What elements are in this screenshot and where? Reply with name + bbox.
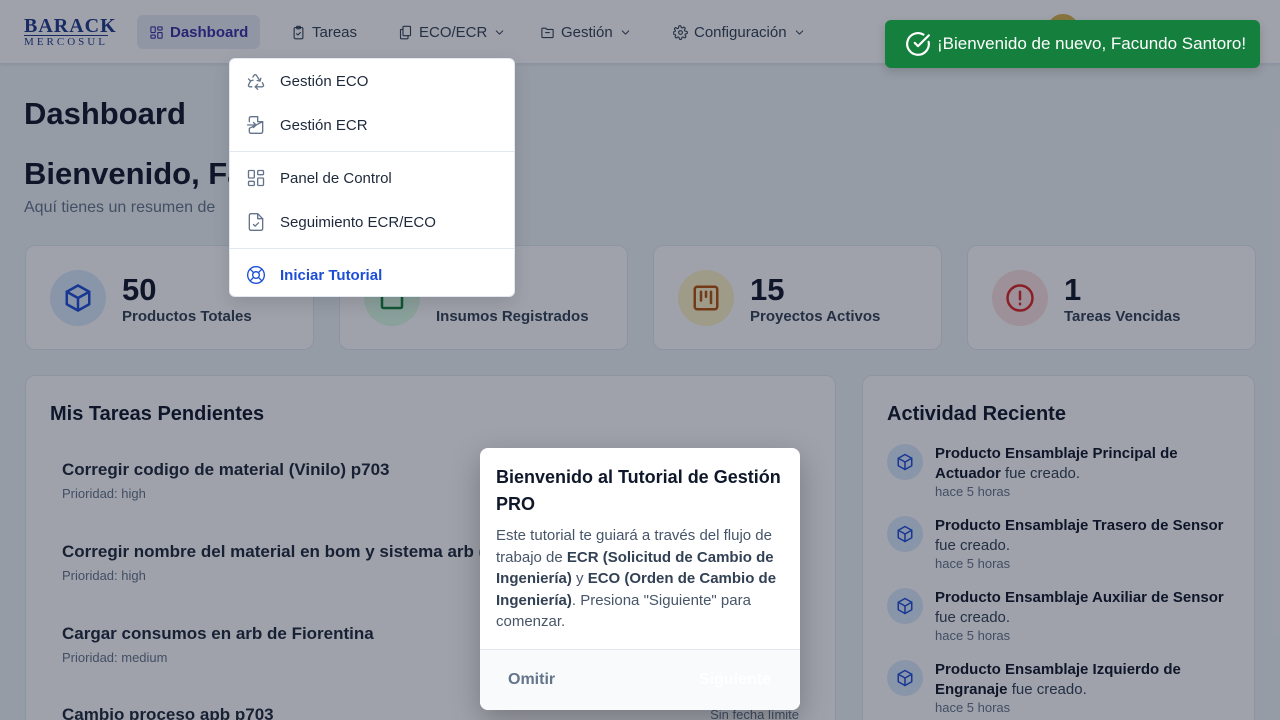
file-import-icon	[247, 116, 264, 134]
menu-item-label: Panel de Control	[280, 169, 392, 187]
grid-icon	[247, 169, 265, 187]
file-check-icon	[248, 213, 264, 231]
welcome-toast[interactable]: ¡Bienvenido de nuevo, Facundo Santoro!	[885, 20, 1260, 68]
eco-ecr-dropdown-menu: Gestión ECO Gestión ECR Panel de Control…	[229, 58, 515, 297]
next-button[interactable]: Siguiente	[699, 671, 771, 689]
menu-item-panel-control[interactable]: Panel de Control	[230, 156, 514, 200]
menu-item-label: Iniciar Tutorial	[280, 266, 383, 284]
menu-item-label: Gestión ECO	[280, 72, 369, 90]
tutorial-footer: Omitir Siguiente	[480, 649, 800, 710]
lifebuoy-icon	[247, 266, 265, 284]
skip-button[interactable]: Omitir	[508, 671, 555, 689]
menu-item-label: Seguimiento ECR/ECO	[280, 213, 436, 231]
tutorial-body: Este tutorial te guiará a través del flu…	[496, 525, 788, 633]
menu-item-seguimiento[interactable]: Seguimiento ECR/ECO	[230, 200, 514, 244]
tutorial-body-text: y	[571, 570, 588, 587]
toast-message: ¡Bienvenido de nuevo, Facundo Santoro!	[937, 34, 1247, 53]
menu-divider	[230, 151, 514, 152]
menu-item-label: Gestión ECR	[280, 116, 368, 134]
check-circle-icon	[906, 32, 930, 56]
menu-item-iniciar-tutorial[interactable]: Iniciar Tutorial	[230, 253, 514, 297]
tutorial-title: Bienvenido al Tutorial de Gestión PRO	[496, 467, 781, 514]
menu-item-gestion-eco[interactable]: Gestión ECO	[230, 59, 514, 103]
menu-item-gestion-ecr[interactable]: Gestión ECR	[230, 103, 514, 147]
recycle-icon	[247, 74, 265, 91]
tutorial-dialog: Bienvenido al Tutorial de Gestión PRO Es…	[480, 448, 800, 710]
menu-divider	[230, 248, 514, 249]
